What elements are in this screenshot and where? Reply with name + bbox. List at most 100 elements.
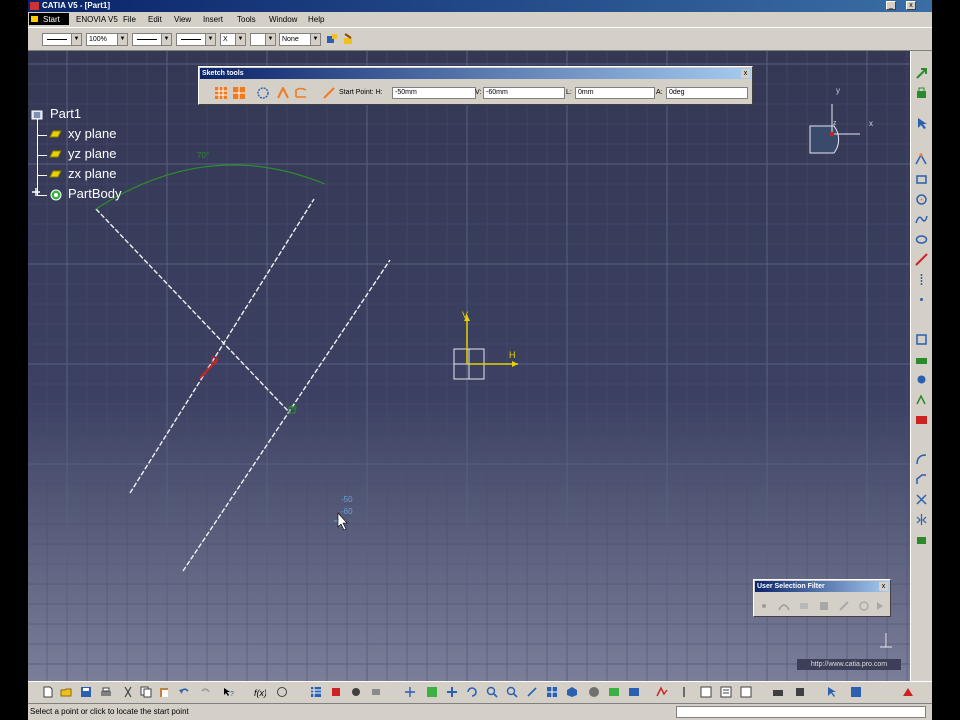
formula-icon[interactable]: f(x) [254,686,266,698]
pan-icon[interactable] [446,686,458,698]
construction-line-1[interactable] [95,208,291,414]
profile-icon[interactable] [915,87,928,100]
sketch-tools-close-button[interactable]: x [741,69,750,78]
fit-all-icon[interactable] [426,686,438,698]
set-of-icons-icon[interactable] [772,686,784,698]
rectangle-tool-icon[interactable] [915,173,928,186]
sketch-analysis-icon[interactable] [656,686,668,698]
catalog-icon[interactable] [310,686,322,698]
whats-this-icon[interactable]: ? [222,686,234,698]
redo-icon[interactable] [200,686,212,698]
yz-plane-icon[interactable] [48,149,62,159]
menu-enovia[interactable]: ENOVIA V5 [76,15,118,24]
tree-xy-plane[interactable]: xy plane [68,126,116,141]
project-3d-elements-icon[interactable] [915,533,928,546]
geometric-constraints-icon[interactable] [277,87,289,99]
construction-line-3[interactable] [182,259,391,572]
spline-tool-icon[interactable] [915,213,928,226]
hide-show-icon[interactable] [608,686,620,698]
compass-icon[interactable] [809,104,860,154]
quick-select-icon[interactable] [826,686,838,698]
start-menu[interactable]: Start [29,13,69,25]
fly-mode-icon[interactable] [404,686,416,698]
sketch-tools-title-bar[interactable]: Sketch tools x [200,68,751,79]
menu-insert[interactable]: Insert [203,15,223,24]
construction-element-icon[interactable] [257,87,269,99]
edit-multi-constraint-icon[interactable] [915,413,928,426]
undo-icon[interactable] [178,686,190,698]
apply-material-icon[interactable] [370,686,382,698]
point-filter-icon[interactable] [758,600,770,612]
mirror-tool-icon[interactable] [915,513,928,526]
corner-tool-icon[interactable] [915,453,928,466]
menu-tools[interactable]: Tools [237,15,256,24]
zoom-in-icon[interactable] [486,686,498,698]
trim-tool-icon[interactable] [915,493,928,506]
color-combo[interactable]: ▼ [42,33,82,46]
v-field[interactable]: -60mm [483,87,565,99]
isometric-view-icon[interactable] [566,686,578,698]
zx-plane-icon[interactable] [48,169,62,179]
surface-filter-icon[interactable] [798,600,810,612]
line-tool-icon[interactable] [323,87,335,99]
knowledge-icon[interactable] [276,686,288,698]
selection-filter-close-button[interactable]: x [879,582,888,591]
point-symbol-combo[interactable]: X ▼ [220,33,246,46]
menu-view[interactable]: View [174,15,191,24]
menu-window[interactable]: Window [269,15,297,24]
contact-constraint-icon[interactable] [915,353,928,366]
axis-tool-icon[interactable] [915,273,928,286]
tree-partbody[interactable]: PartBody [68,186,121,201]
line-tool-icon[interactable] [915,253,928,266]
lineweight-combo[interactable]: ▼ [176,33,216,46]
part-icon[interactable] [30,108,46,122]
fix-together-icon[interactable] [915,373,928,386]
analysis-icon[interactable] [350,686,362,698]
menu-file[interactable]: File [123,15,136,24]
xy-plane-icon[interactable] [48,129,62,139]
geometrical-element-filter-icon[interactable] [858,600,870,612]
shading-icon[interactable] [588,686,600,698]
tree-zx-plane[interactable]: zx plane [68,166,116,181]
properties-icon[interactable] [342,33,354,45]
printer-settings-icon[interactable] [794,686,806,698]
feature-element-filter-icon[interactable] [838,600,850,612]
tree-root-part1[interactable]: Part1 [50,106,81,121]
profile-tool-icon[interactable] [915,153,928,166]
layer-spin[interactable]: ▼ [250,33,276,46]
paste-icon[interactable] [158,686,170,698]
open-icon[interactable] [60,686,72,698]
curve-filter-icon[interactable] [778,600,790,612]
selection-filter-title-bar[interactable]: User Selection Filter x [755,581,889,592]
painter-icon[interactable] [326,33,338,45]
ellipse-tool-icon[interactable] [915,233,928,246]
snap-to-point-icon[interactable] [233,87,245,99]
diagnostic-icon[interactable] [720,686,732,698]
zoom-out-icon[interactable] [506,686,518,698]
menu-help[interactable]: Help [308,15,324,24]
select-arrow-icon[interactable] [915,117,928,130]
print-icon[interactable] [100,686,112,698]
multi-view-icon[interactable] [546,686,558,698]
cut-icon[interactable] [122,686,134,698]
a-field[interactable]: 0deg [666,87,748,99]
dimensional-constraint-toggle-icon[interactable] [740,686,752,698]
l-field[interactable]: 0mm [575,87,655,99]
point-tool-icon[interactable] [915,293,928,306]
chamfer-tool-icon[interactable] [915,473,928,486]
animate-constraint-icon[interactable] [915,393,928,406]
linetype-combo[interactable]: ▼ [132,33,172,46]
rotate-icon[interactable] [466,686,478,698]
geometry-viewport[interactable]: 70° H V -50 -60 y x z 30 Part1 xy plane … [28,51,910,681]
volume-filter-icon[interactable] [818,600,830,612]
display-mode-icon[interactable] [850,686,862,698]
expand-icon[interactable] [32,188,40,196]
measure-icon[interactable] [330,686,342,698]
normal-view-icon[interactable] [526,686,538,698]
close-window-button[interactable]: x [906,1,916,10]
construction-line-2[interactable] [129,198,315,494]
dimensional-constraints-icon[interactable] [295,87,307,99]
layer-combo[interactable]: None ▼ [279,33,321,46]
new-icon[interactable] [42,686,54,698]
minimize-button[interactable]: _ [886,1,896,10]
